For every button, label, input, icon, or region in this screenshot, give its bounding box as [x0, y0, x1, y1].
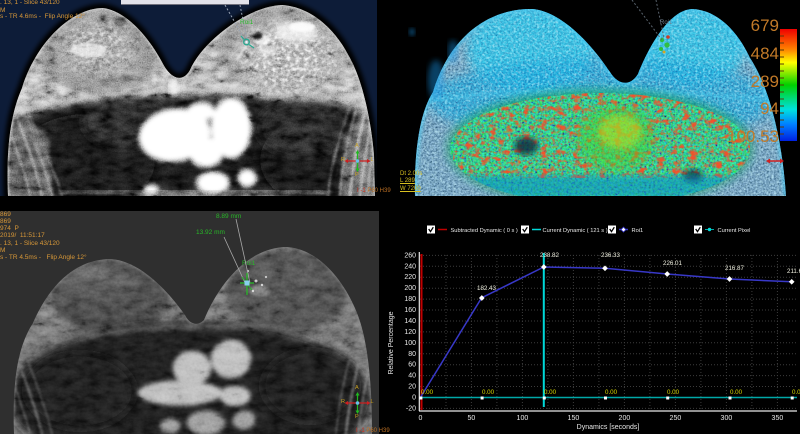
- svg-text:50: 50: [468, 415, 476, 422]
- svg-text:0.00: 0.00: [544, 389, 557, 396]
- svg-text:Dynamics [seconds]: Dynamics [seconds]: [577, 424, 640, 431]
- svg-text:250: 250: [670, 415, 682, 422]
- svg-text:0.00: 0.00: [605, 389, 618, 396]
- svg-text:236.33: 236.33: [601, 252, 620, 259]
- svg-text:100: 100: [517, 415, 529, 422]
- svg-text:0: 0: [418, 415, 422, 422]
- svg-text:216.87: 216.87: [725, 265, 744, 272]
- svg-text:182.43: 182.43: [477, 285, 496, 292]
- svg-text:60: 60: [408, 362, 416, 369]
- svg-text:180: 180: [404, 296, 416, 303]
- svg-text:120: 120: [404, 329, 416, 336]
- svg-text:140: 140: [404, 318, 416, 325]
- svg-text:300: 300: [721, 415, 733, 422]
- svg-text:-20: -20: [406, 405, 416, 412]
- svg-text:240: 240: [404, 263, 416, 270]
- svg-text:211.6: 211.6: [787, 268, 800, 275]
- svg-text:350: 350: [772, 415, 784, 422]
- svg-text:100: 100: [404, 340, 416, 347]
- svg-text:150: 150: [568, 415, 580, 422]
- svg-text:220: 220: [404, 274, 416, 281]
- svg-text:160: 160: [404, 307, 416, 314]
- svg-text:Current Dynamic ( 121 s ): Current Dynamic ( 121 s ): [543, 228, 608, 234]
- svg-text:40: 40: [408, 373, 416, 380]
- svg-text:226.01: 226.01: [663, 260, 682, 267]
- svg-text:Roi1: Roi1: [632, 228, 644, 234]
- svg-text:80: 80: [408, 351, 416, 358]
- svg-text:Current Pixel: Current Pixel: [718, 228, 751, 234]
- svg-text:200: 200: [619, 415, 631, 422]
- svg-text:Subtracted Dynamic ( 0 s ): Subtracted Dynamic ( 0 s ): [451, 228, 518, 234]
- svg-text:0.00: 0.00: [667, 389, 680, 396]
- svg-text:20: 20: [408, 384, 416, 391]
- svg-text:200: 200: [404, 285, 416, 292]
- svg-text:238.82: 238.82: [540, 252, 559, 259]
- svg-text:0.00: 0.00: [482, 389, 495, 396]
- svg-text:0.00: 0.00: [730, 389, 743, 396]
- svg-text:260: 260: [404, 252, 416, 259]
- svg-text:0.00: 0.00: [792, 389, 800, 396]
- svg-text:0: 0: [412, 395, 416, 402]
- svg-text:Relative Percentage: Relative Percentage: [388, 311, 395, 374]
- svg-text:0.00: 0.00: [421, 389, 434, 396]
